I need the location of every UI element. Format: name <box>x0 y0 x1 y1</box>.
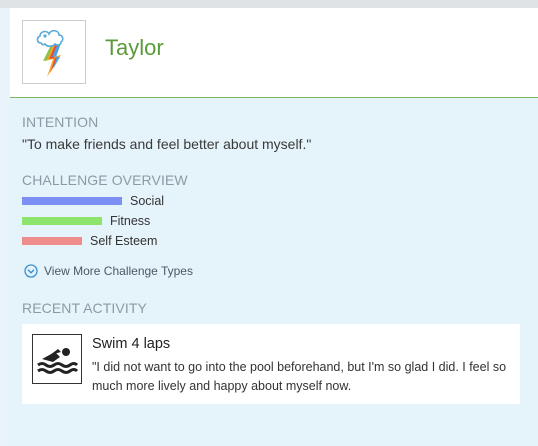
challenge-overview-title: CHALLENGE OVERVIEW <box>22 172 188 188</box>
profile-header: Taylor <box>10 8 538 98</box>
intention-title: INTENTION <box>22 114 99 130</box>
challenge-bar <box>22 217 102 225</box>
activity-title: Swim 4 laps <box>92 336 171 352</box>
challenge-bar <box>22 197 122 205</box>
challenge-label-self-esteem: Self Esteem <box>90 234 158 248</box>
top-strip <box>0 0 538 8</box>
avatar[interactable] <box>22 20 86 84</box>
profile-name: Taylor <box>105 35 164 60</box>
challenge-bar <box>22 237 82 245</box>
activity-text: "I did not want to go into the pool befo… <box>92 360 507 393</box>
view-more-label: View More Challenge Types <box>44 264 193 278</box>
profile-card: Taylor INTENTION "To make friends and fe… <box>10 8 538 446</box>
challenge-label-fitness: Fitness <box>110 214 151 228</box>
swimmer-icon <box>32 334 82 384</box>
rainbow-cloud-icon <box>36 29 64 77</box>
activity-item[interactable]: Swim 4 laps "I did not want to go into t… <box>22 324 520 404</box>
challenge-label-social: Social <box>130 194 165 208</box>
intention-text: "To make friends and feel better about m… <box>22 136 312 152</box>
chevron-down-circle-icon <box>24 264 38 278</box>
recent-activity-title: RECENT ACTIVITY <box>22 300 147 316</box>
